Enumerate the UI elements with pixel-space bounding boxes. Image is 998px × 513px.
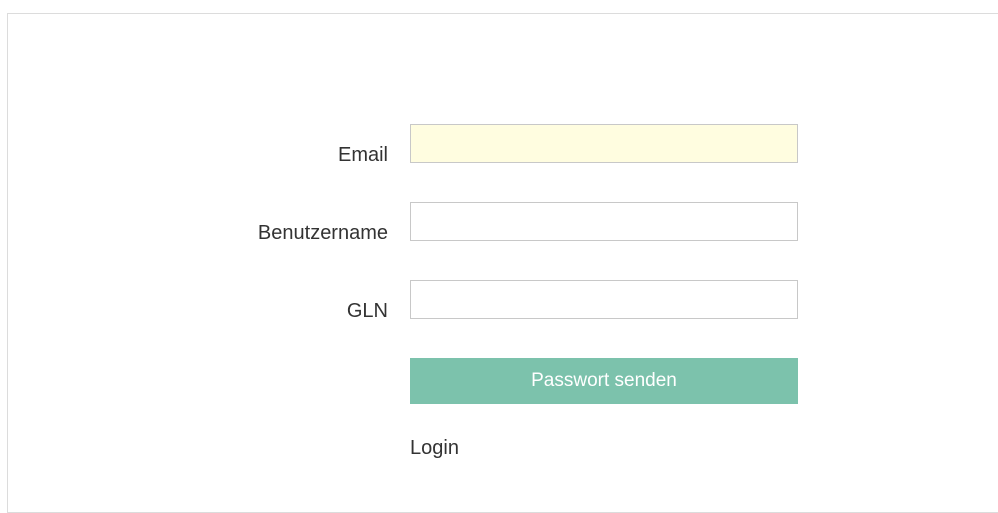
email-field[interactable] (410, 124, 798, 163)
username-field[interactable] (410, 202, 798, 241)
send-password-button[interactable]: Passwort senden (410, 358, 798, 404)
gln-label: GLN (346, 300, 388, 322)
username-label: Benutzername (257, 222, 388, 244)
email-label: Email (337, 144, 388, 166)
gln-field[interactable] (410, 280, 798, 319)
form-panel (7, 13, 998, 513)
login-link[interactable]: Login (410, 436, 459, 460)
